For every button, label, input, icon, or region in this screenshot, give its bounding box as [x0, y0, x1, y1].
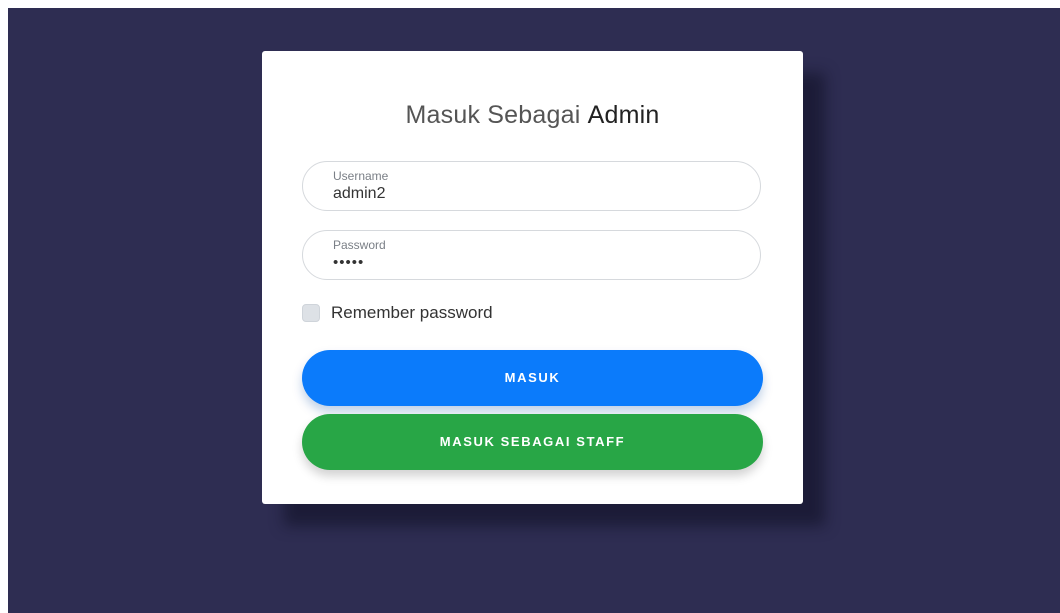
- remember-password-label[interactable]: Remember password: [331, 303, 493, 323]
- username-field[interactable]: Username admin2: [302, 161, 761, 211]
- login-title-prefix: Masuk Sebagai: [405, 101, 581, 129]
- username-value[interactable]: admin2: [333, 185, 385, 203]
- password-field[interactable]: Password •••••: [302, 230, 761, 280]
- login-title: Masuk Sebagai Admin: [262, 101, 803, 130]
- login-button[interactable]: MASUK: [302, 350, 763, 406]
- remember-password-row[interactable]: Remember password: [302, 302, 493, 324]
- page-background: Masuk Sebagai Admin Username admin2 Pass…: [8, 8, 1060, 613]
- password-value[interactable]: •••••: [333, 254, 364, 271]
- login-title-role: Admin: [587, 101, 660, 129]
- password-label: Password: [333, 238, 386, 252]
- login-card: Masuk Sebagai Admin Username admin2 Pass…: [262, 51, 803, 504]
- login-as-staff-button[interactable]: MASUK SEBAGAI STAFF: [302, 414, 763, 470]
- remember-password-checkbox[interactable]: [302, 304, 320, 322]
- username-label: Username: [333, 169, 389, 183]
